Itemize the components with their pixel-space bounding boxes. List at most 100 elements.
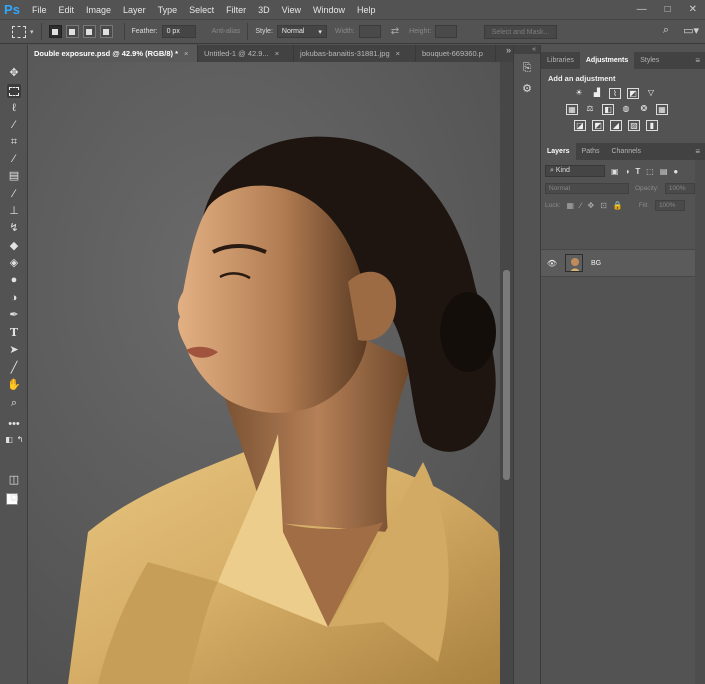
minimize-button[interactable]: —	[637, 4, 647, 15]
close-icon[interactable]: ×	[275, 49, 279, 58]
selective-color-icon[interactable]: ▨	[628, 120, 640, 131]
eye-icon[interactable]: 👁	[545, 259, 559, 268]
tab-bouquet[interactable]: bouquet-669360.p	[416, 45, 496, 62]
magic-wand-tool-icon[interactable]: ⁄	[7, 118, 21, 132]
menu-type[interactable]: Type	[158, 5, 178, 15]
swap-dimensions-icon[interactable]: ⇄	[391, 26, 399, 37]
line-tool-icon[interactable]: ╱	[7, 361, 21, 375]
pen-tool-icon[interactable]: ✒	[7, 308, 21, 322]
menu-window[interactable]: Window	[313, 5, 345, 15]
posterize-icon[interactable]: ◩	[592, 120, 604, 131]
hand-tool-icon[interactable]: ✋	[7, 378, 21, 392]
color-lookup-icon[interactable]: ▦	[656, 104, 668, 115]
more-tabs-icon[interactable]: »	[506, 45, 511, 55]
tool-preset-picker[interactable]: ▾	[0, 25, 34, 38]
clone-stamp-tool-icon[interactable]: ⊥	[7, 204, 21, 218]
lock-position-icon[interactable]: ✥	[587, 201, 594, 210]
width-input[interactable]	[358, 25, 381, 38]
close-icon[interactable]: ×	[396, 49, 400, 58]
panel-menu-icon[interactable]: ≡	[695, 147, 700, 156]
brightness-contrast-icon[interactable]: ☀	[573, 88, 585, 99]
lock-transparency-icon[interactable]: ▦	[567, 201, 575, 210]
filter-pixel-icon[interactable]: ▣	[611, 167, 619, 176]
menu-image[interactable]: Image	[86, 5, 111, 15]
maximize-button[interactable]: □	[665, 4, 671, 15]
close-button[interactable]: ✕	[689, 4, 697, 15]
channel-mixer-icon[interactable]: ❂	[638, 104, 650, 115]
lock-artboard-icon[interactable]: ⊡	[600, 201, 607, 210]
height-input[interactable]	[435, 25, 458, 38]
menu-layer[interactable]: Layer	[123, 5, 146, 15]
lock-all-icon[interactable]: 🔒	[613, 201, 623, 210]
panel-scrollbar[interactable]	[695, 160, 705, 684]
tab-channels[interactable]: Channels	[605, 143, 647, 160]
tab-adjustments[interactable]: Adjustments	[579, 52, 635, 69]
scrollbar-thumb[interactable]	[503, 270, 510, 480]
filter-kind-select[interactable]: ⌕ Kind	[545, 165, 605, 177]
intersect-selection-button[interactable]	[99, 25, 113, 38]
style-select[interactable]: Normal ▾	[276, 25, 327, 38]
type-tool-icon[interactable]: T	[7, 326, 21, 340]
menu-help[interactable]: Help	[357, 5, 376, 15]
filter-toggle-icon[interactable]: ●	[673, 167, 678, 176]
path-selection-tool-icon[interactable]: ➤	[7, 343, 21, 357]
zoom-tool-icon[interactable]: ⌕	[7, 396, 21, 410]
levels-icon[interactable]: ▟	[591, 88, 603, 99]
paint-bucket-tool-icon[interactable]: ◈	[7, 256, 21, 270]
screen-mode-icon[interactable]: ⧉	[7, 491, 21, 505]
search-icon[interactable]: ⌕	[663, 24, 669, 37]
menu-select[interactable]: Select	[189, 5, 214, 15]
healing-brush-tool-icon[interactable]: ▤	[7, 169, 21, 183]
color-balance-icon[interactable]: ⚖	[584, 104, 596, 115]
gradient-map-icon[interactable]: ▮	[646, 120, 658, 131]
brush-tool-icon[interactable]: ∕	[7, 187, 21, 201]
menu-3d[interactable]: 3D	[258, 5, 270, 15]
tab-libraries[interactable]: Libraries	[541, 52, 580, 69]
history-panel-icon[interactable]: ⎘	[520, 62, 534, 76]
exposure-icon[interactable]: ◩	[627, 88, 639, 99]
menu-file[interactable]: File	[32, 5, 47, 15]
swap-colors-icon[interactable]: ↰	[13, 433, 27, 447]
move-tool-icon[interactable]: ✥	[7, 66, 21, 80]
layer-row[interactable]: 👁 BG	[541, 249, 695, 277]
history-brush-tool-icon[interactable]: ↯	[7, 221, 21, 235]
tab-layers[interactable]: Layers	[541, 143, 576, 160]
filter-shape-icon[interactable]: ⬚	[646, 167, 654, 176]
blur-tool-icon[interactable]: ●	[7, 273, 21, 287]
vibrance-icon[interactable]: ▽	[645, 88, 657, 99]
tab-double-exposure[interactable]: Double exposure.psd @ 42.9% (RGB/8) * ×	[28, 45, 198, 62]
menu-filter[interactable]: Filter	[226, 5, 246, 15]
antialias-control[interactable]: Anti-alias	[212, 28, 241, 35]
curves-icon[interactable]: ⌇	[609, 88, 621, 99]
filter-type-icon[interactable]: T	[635, 167, 640, 176]
crop-tool-icon[interactable]: ⌗	[7, 135, 21, 149]
quick-mask-icon[interactable]: ◫	[7, 473, 21, 487]
marquee-tool-icon[interactable]	[7, 84, 21, 98]
black-white-icon[interactable]: ◧	[602, 104, 614, 115]
feather-input[interactable]: 0 px	[161, 25, 196, 38]
eyedropper-tool-icon[interactable]: ⁄	[7, 152, 21, 166]
eraser-tool-icon[interactable]: ◆	[7, 239, 21, 253]
tab-paths[interactable]: Paths	[576, 143, 606, 160]
collapse-icon[interactable]: «	[514, 45, 540, 54]
close-icon[interactable]: ×	[184, 49, 188, 58]
document-canvas[interactable]	[28, 62, 513, 684]
more-tools-icon[interactable]: •••	[7, 417, 21, 431]
photo-filter-icon[interactable]: ◍	[620, 104, 632, 115]
select-and-mask-button[interactable]: Select and Mask...	[484, 25, 557, 39]
lock-image-icon[interactable]: ∕	[580, 201, 581, 210]
invert-icon[interactable]: ◪	[574, 120, 586, 131]
new-selection-button[interactable]	[48, 25, 62, 38]
hue-saturation-icon[interactable]: ▦	[566, 104, 578, 115]
workspace-icon[interactable]: ▭▾	[683, 24, 699, 37]
menu-view[interactable]: View	[282, 5, 301, 15]
filter-adjustment-icon[interactable]: ◑	[625, 167, 630, 176]
lasso-tool-icon[interactable]: ℓ	[7, 101, 21, 115]
panel-menu-icon[interactable]: ≡	[695, 56, 700, 65]
blend-mode-select[interactable]: Normal	[545, 183, 629, 194]
add-selection-button[interactable]	[65, 25, 79, 38]
menu-edit[interactable]: Edit	[59, 5, 75, 15]
fill-input[interactable]: 100%	[654, 200, 685, 211]
opacity-input[interactable]: 100%	[664, 183, 695, 194]
filter-smart-object-icon[interactable]: ▤	[660, 167, 668, 176]
